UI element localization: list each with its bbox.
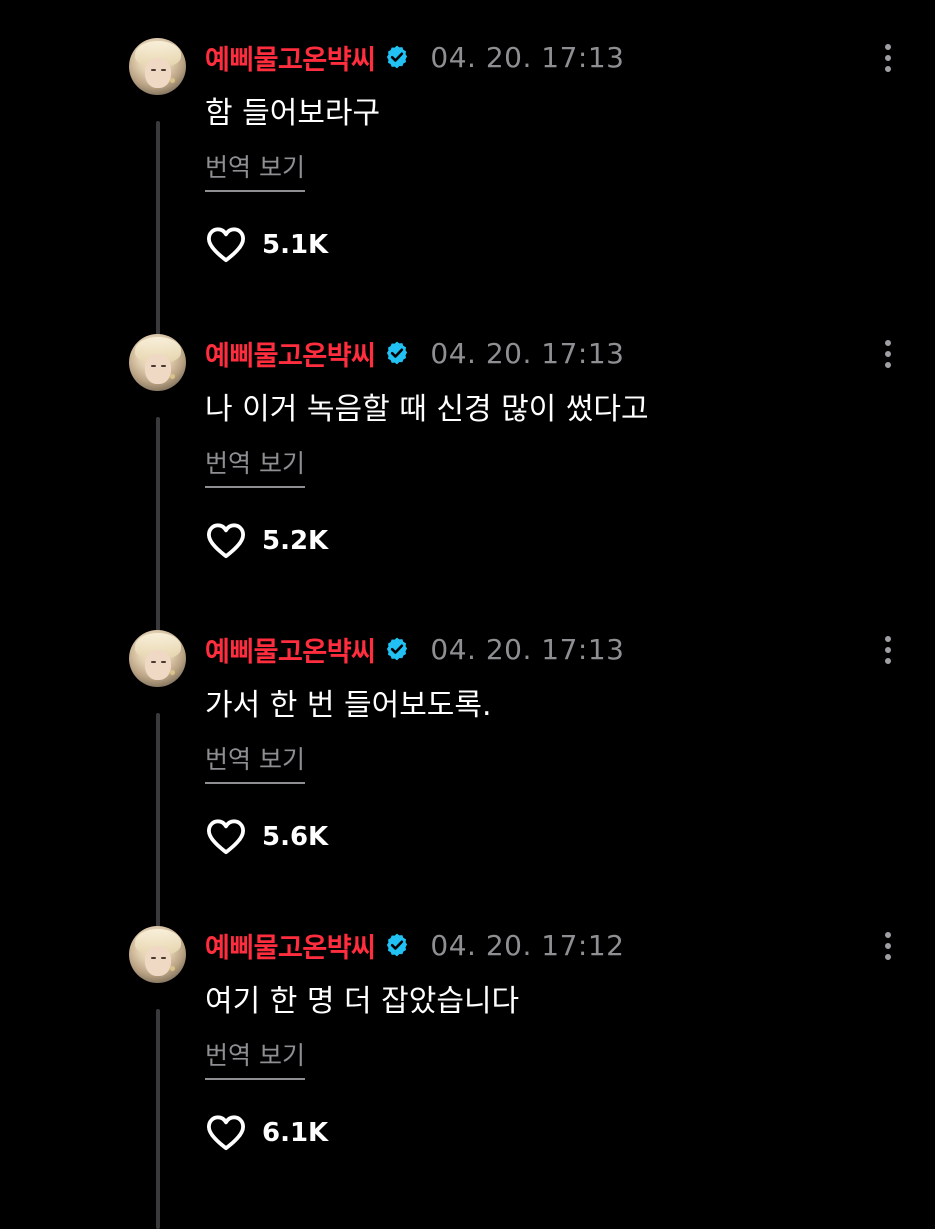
like-count: 5.6K [262, 822, 329, 852]
verified-badge-icon [387, 637, 408, 661]
comment-post: 예삐물고온뱍씨 04. 20. 17:13 가서 한 번 들어보도록. 번역 보… [0, 630, 935, 933]
comment-text: 함 들어보라구 [205, 96, 381, 131]
post-header: 예삐물고온뱍씨 04. 20. 17:13 [205, 630, 625, 669]
heart-icon[interactable] [205, 1114, 247, 1152]
avatar[interactable] [129, 38, 186, 95]
username[interactable]: 예삐물고온뱍씨 [205, 334, 376, 373]
timestamp: 04. 20. 17:12 [430, 928, 625, 962]
post-header: 예삐물고온뱍씨 04. 20. 17:13 [205, 334, 625, 373]
translate-link[interactable]: 번역 보기 [205, 148, 305, 192]
comment-post: 예삐물고온뱍씨 04. 20. 17:13 함 들어보라구 번역 보기 5.1K [0, 38, 935, 341]
avatar[interactable] [129, 926, 186, 983]
comment-post: 예삐물고온뱍씨 04. 20. 17:13 나 이거 녹음할 때 신경 많이 썼… [0, 334, 935, 637]
like-count: 5.1K [262, 230, 329, 260]
comment-text: 여기 한 명 더 잡았습니다 [205, 984, 520, 1019]
comment-text: 가서 한 번 들어보도록. [205, 688, 492, 723]
username[interactable]: 예삐물고온뱍씨 [205, 630, 376, 669]
avatar[interactable] [129, 630, 186, 687]
verified-badge-icon [387, 341, 408, 365]
like-button[interactable]: 5.6K [205, 817, 328, 857]
post-header: 예삐물고온뱍씨 04. 20. 17:13 [205, 38, 625, 77]
thread-line [156, 713, 160, 933]
post-header: 예삐물고온뱍씨 04. 20. 17:12 [205, 926, 625, 965]
avatar[interactable] [129, 334, 186, 391]
like-count: 6.1K [262, 1118, 329, 1148]
like-button[interactable]: 5.1K [205, 225, 328, 265]
thread-line [156, 1009, 160, 1229]
verified-badge-icon [387, 45, 408, 69]
timestamp: 04. 20. 17:13 [430, 632, 625, 666]
verified-badge-icon [387, 933, 408, 957]
username[interactable]: 예삐물고온뱍씨 [205, 926, 376, 965]
thread-line [156, 417, 160, 637]
heart-icon[interactable] [205, 522, 247, 560]
thread-line [156, 121, 160, 341]
like-button[interactable]: 6.1K [205, 1113, 328, 1153]
heart-icon[interactable] [205, 818, 247, 856]
like-count: 5.2K [262, 526, 329, 556]
more-options-icon[interactable] [880, 42, 896, 76]
heart-icon[interactable] [205, 226, 247, 264]
comment-text: 나 이거 녹음할 때 신경 많이 썼다고 [205, 392, 649, 427]
translate-link[interactable]: 번역 보기 [205, 740, 305, 784]
username[interactable]: 예삐물고온뱍씨 [205, 38, 376, 77]
like-button[interactable]: 5.2K [205, 521, 328, 561]
translate-link[interactable]: 번역 보기 [205, 1036, 305, 1080]
timestamp: 04. 20. 17:13 [430, 336, 625, 370]
more-options-icon[interactable] [880, 338, 896, 372]
more-options-icon[interactable] [880, 634, 896, 668]
comment-post: 예삐물고온뱍씨 04. 20. 17:12 여기 한 명 더 잡았습니다 번역 … [0, 926, 935, 1229]
translate-link[interactable]: 번역 보기 [205, 444, 305, 488]
timestamp: 04. 20. 17:13 [430, 40, 625, 74]
more-options-icon[interactable] [880, 930, 896, 964]
